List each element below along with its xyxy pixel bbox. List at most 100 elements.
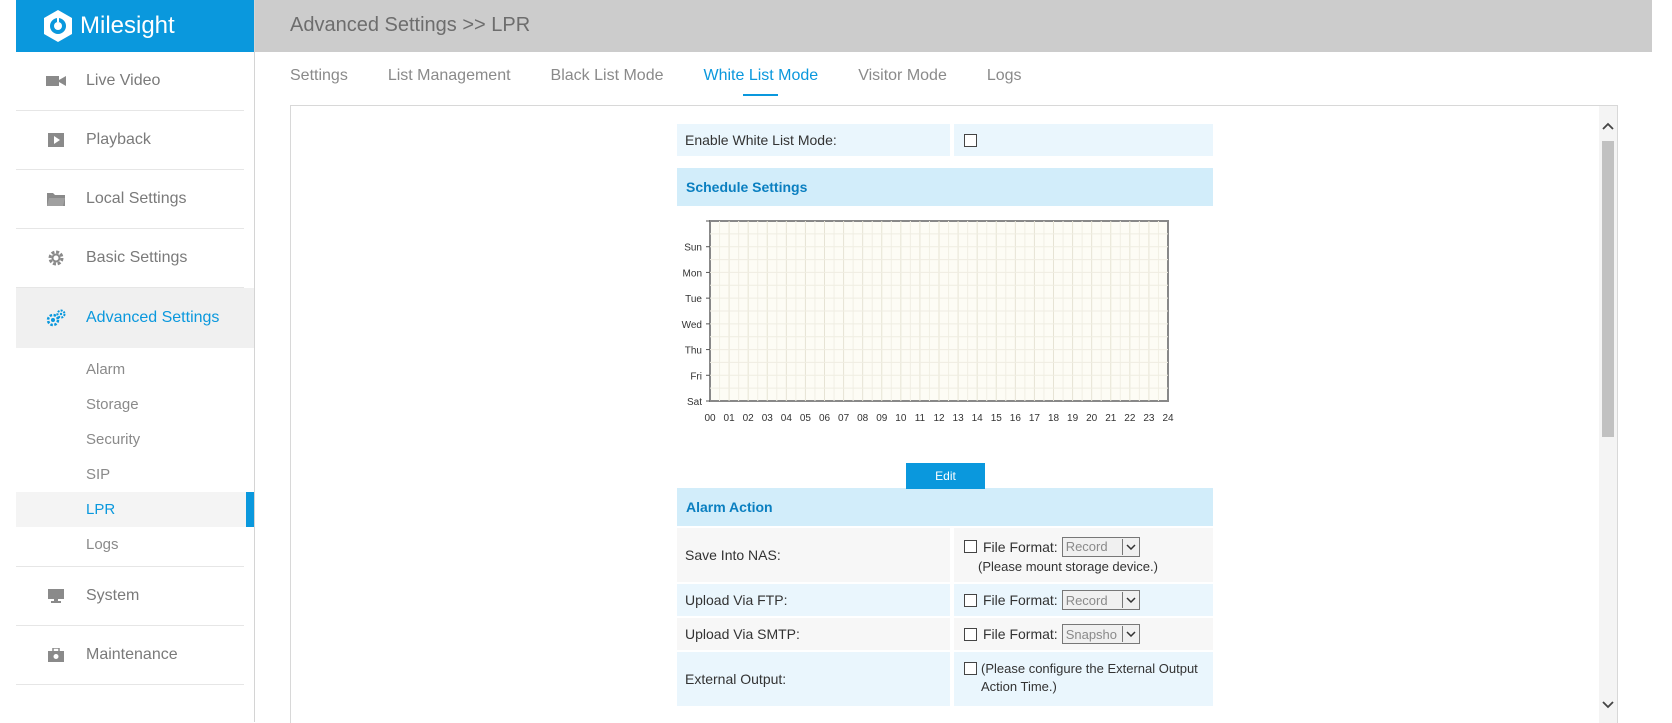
tab-settings[interactable]: Settings bbox=[290, 60, 348, 94]
advanced-settings-submenu: Alarm Storage Security SIP LPR Logs bbox=[16, 348, 254, 567]
hour-label-02: 02 bbox=[743, 413, 755, 424]
hour-label-15: 15 bbox=[991, 413, 1003, 424]
hour-label-14: 14 bbox=[972, 413, 984, 424]
day-label-wed: Wed bbox=[682, 320, 702, 331]
sidebar-item-maintenance[interactable]: Maintenance bbox=[16, 626, 244, 685]
save-into-nas-row: Save Into NAS: File Format: Record (Plea… bbox=[677, 528, 1213, 582]
sidebar-item-local-settings[interactable]: Local Settings bbox=[16, 170, 244, 229]
sidebar-item-label: System bbox=[86, 587, 140, 604]
upload-via-smtp-label: Upload Via SMTP: bbox=[677, 618, 950, 650]
edit-schedule-button[interactable]: Edit bbox=[906, 463, 985, 489]
nas-file-format-select[interactable]: Record bbox=[1061, 536, 1140, 557]
content-panel: Enable White List Mode: Schedule Setting… bbox=[290, 105, 1618, 723]
sidebar-item-label: Live Video bbox=[86, 72, 161, 89]
tab-visitor-mode[interactable]: Visitor Mode bbox=[858, 60, 947, 94]
upload-via-ftp-row: Upload Via FTP: File Format: Record bbox=[677, 584, 1213, 616]
day-label-sun: Sun bbox=[684, 243, 702, 254]
hour-label-17: 17 bbox=[1029, 413, 1041, 424]
external-output-row: External Output: (Please configure the E… bbox=[677, 652, 1213, 706]
tab-list-management[interactable]: List Management bbox=[388, 60, 511, 94]
day-label-tue: Tue bbox=[685, 294, 702, 305]
hour-label-04: 04 bbox=[781, 413, 793, 424]
toolbox-icon bbox=[46, 645, 66, 665]
schedule-grid[interactable]: Sun Mon Tue Wed Thu Fri Sat00 01 02 03 04 05 06 07 08 0… bbox=[677, 206, 1213, 446]
sidebar-item-system[interactable]: System bbox=[16, 567, 244, 626]
gears-icon bbox=[46, 308, 66, 328]
sidebar-item-label: Local Settings bbox=[86, 190, 187, 207]
upload-via-ftp-label: Upload Via FTP: bbox=[677, 584, 950, 616]
alarm-action-header: Alarm Action bbox=[677, 488, 1213, 526]
tab-logs[interactable]: Logs bbox=[987, 60, 1022, 94]
submenu-item-lpr[interactable]: LPR bbox=[16, 492, 254, 527]
upload-via-ftp-value: File Format: Record bbox=[954, 584, 1213, 616]
external-output-label: External Output: bbox=[677, 652, 950, 706]
video-camera-icon bbox=[46, 71, 66, 91]
day-label-fri: Fri bbox=[690, 371, 702, 382]
submenu-item-storage[interactable]: Storage bbox=[16, 387, 244, 422]
upload-via-smtp-value: File Format: Snapsho bbox=[954, 618, 1213, 650]
nas-file-format-label: File Format: bbox=[983, 538, 1058, 555]
scrollbar-thumb[interactable] bbox=[1602, 141, 1614, 437]
chevron-down-icon bbox=[1121, 592, 1139, 608]
sidebar-item-live-video[interactable]: Live Video bbox=[16, 52, 244, 111]
tab-white-list-mode[interactable]: White List Mode bbox=[703, 60, 818, 96]
breadcrumb: Advanced Settings >> LPR bbox=[290, 14, 531, 36]
hour-label-18: 18 bbox=[1048, 413, 1060, 424]
hour-label-24: 24 bbox=[1162, 413, 1174, 424]
smtp-file-format-label: File Format: bbox=[983, 626, 1058, 642]
hour-label-01: 01 bbox=[724, 413, 736, 424]
milesight-logo-icon bbox=[44, 10, 72, 42]
gear-icon bbox=[46, 248, 66, 268]
hour-label-03: 03 bbox=[762, 413, 774, 424]
submenu-item-logs[interactable]: Logs bbox=[16, 527, 244, 562]
ftp-file-format-select[interactable]: Record bbox=[1061, 590, 1140, 610]
submenu-item-security[interactable]: Security bbox=[16, 422, 244, 457]
top-bar: Advanced Settings >> LPR bbox=[255, 0, 1652, 52]
play-icon bbox=[46, 130, 66, 150]
day-label-mon: Mon bbox=[683, 268, 702, 279]
ftp-file-format-label: File Format: bbox=[983, 592, 1058, 608]
enable-value bbox=[954, 124, 1213, 156]
submenu-item-sip[interactable]: SIP bbox=[16, 457, 244, 492]
external-output-value: (Please configure the External Output Ac… bbox=[954, 652, 1213, 706]
hour-label-23: 23 bbox=[1143, 413, 1155, 424]
scroll-down-icon[interactable] bbox=[1602, 699, 1614, 711]
nas-note: (Please mount storage device.) bbox=[978, 558, 1158, 574]
sidebar-item-advanced-settings[interactable]: Advanced Settings bbox=[16, 288, 254, 348]
hour-label-00: 00 bbox=[704, 413, 716, 424]
enable-label: Enable White List Mode: bbox=[677, 124, 950, 156]
hour-label-09: 09 bbox=[876, 413, 888, 424]
sidebar-item-label: Playback bbox=[86, 131, 151, 148]
sidebar-item-basic-settings[interactable]: Basic Settings bbox=[16, 229, 244, 288]
smtp-file-format-value: Snapsho bbox=[1065, 626, 1118, 642]
day-label-sat: Sat bbox=[687, 397, 702, 408]
hour-label-06: 06 bbox=[819, 413, 831, 424]
smtp-file-format-select[interactable]: Snapsho bbox=[1061, 624, 1140, 644]
external-output-note: (Please configure the External Output Ac… bbox=[981, 661, 1198, 694]
sidebar-item-playback[interactable]: Playback bbox=[16, 111, 244, 170]
hour-label-16: 16 bbox=[1010, 413, 1022, 424]
sidebar-item-label: Advanced Settings bbox=[86, 309, 220, 326]
vertical-scrollbar[interactable] bbox=[1599, 106, 1617, 723]
nas-file-format: File Format: Record bbox=[964, 536, 1140, 557]
ftp-file-format-value: Record bbox=[1065, 592, 1108, 608]
sidebar: Milesight Live Video Playback Local Sett… bbox=[16, 0, 255, 722]
hour-label-20: 20 bbox=[1086, 413, 1098, 424]
schedule-settings-header: Schedule Settings bbox=[677, 168, 1213, 206]
enable-checkbox[interactable] bbox=[964, 133, 977, 147]
hour-label-08: 08 bbox=[857, 413, 869, 424]
scroll-up-icon[interactable] bbox=[1602, 120, 1614, 132]
tab-black-list-mode[interactable]: Black List Mode bbox=[551, 60, 664, 94]
brand-name: Milesight bbox=[80, 12, 175, 39]
brand-logo[interactable]: Milesight bbox=[16, 0, 254, 52]
white-list-form: Enable White List Mode: Schedule Setting… bbox=[677, 124, 1213, 708]
external-output-checkbox[interactable] bbox=[964, 662, 977, 675]
ftp-checkbox[interactable] bbox=[964, 593, 977, 607]
smtp-checkbox[interactable] bbox=[964, 627, 977, 641]
hour-label-12: 12 bbox=[933, 413, 945, 424]
nas-checkbox[interactable] bbox=[964, 540, 977, 553]
submenu-item-alarm[interactable]: Alarm bbox=[16, 352, 244, 387]
sidebar-item-label: Basic Settings bbox=[86, 249, 188, 266]
hour-label-10: 10 bbox=[895, 413, 907, 424]
hour-label-19: 19 bbox=[1067, 413, 1079, 424]
